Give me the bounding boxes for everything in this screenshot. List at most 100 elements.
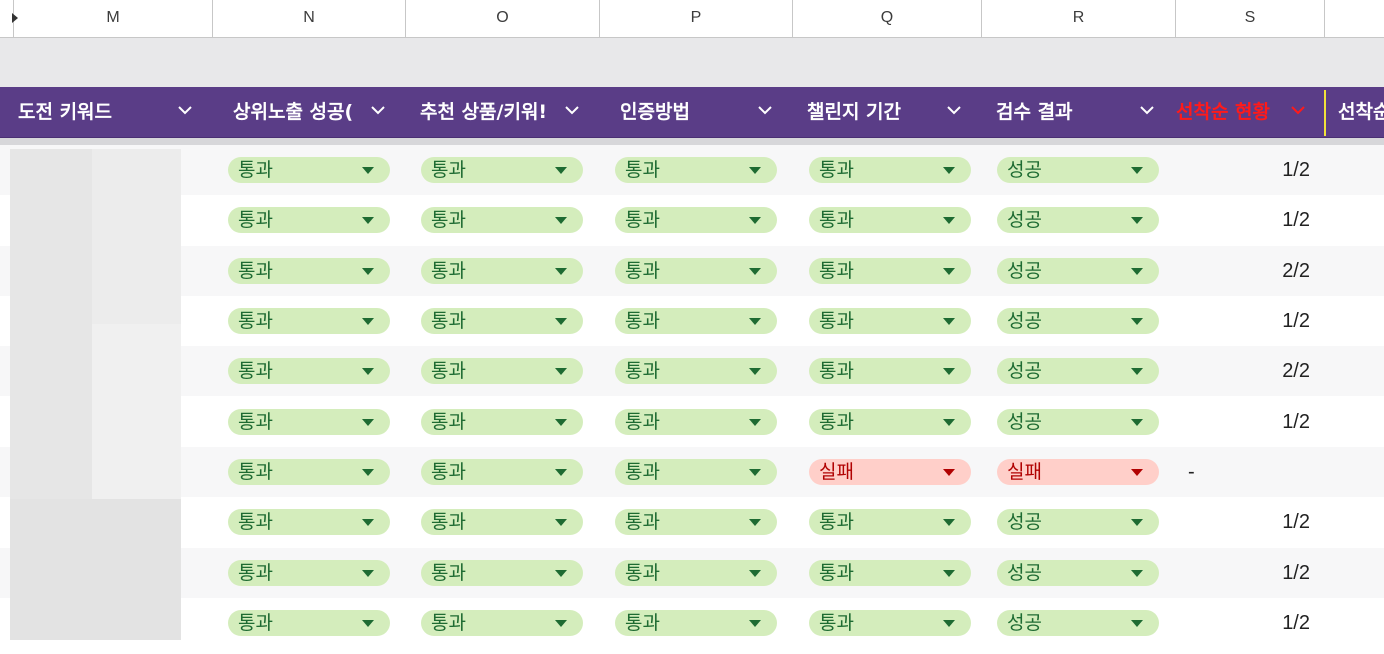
column-letter-s[interactable]: S <box>1176 0 1325 37</box>
status-dropdown-chip[interactable]: 성공 <box>997 258 1159 284</box>
column-letter-r[interactable]: R <box>982 0 1176 37</box>
chevron-down-icon[interactable] <box>1140 104 1154 116</box>
chip-label: 통과 <box>431 461 466 483</box>
status-dropdown-chip[interactable]: 통과 <box>615 358 777 384</box>
status-dropdown-chip[interactable]: 통과 <box>809 207 971 233</box>
first-come-count: 1/2 <box>1282 411 1310 433</box>
status-dropdown-chip[interactable]: 성공 <box>997 358 1159 384</box>
status-dropdown-chip[interactable]: 통과 <box>809 157 971 183</box>
status-dropdown-chip[interactable]: 성공 <box>997 409 1159 435</box>
status-dropdown-chip[interactable]: 통과 <box>228 358 390 384</box>
status-dropdown-chip[interactable]: 통과 <box>615 610 777 636</box>
table-row: 통과 통과 통과 실패 실패 - <box>0 447 1384 497</box>
status-dropdown-chip[interactable]: 성공 <box>997 207 1159 233</box>
status-dropdown-chip[interactable]: 통과 <box>809 258 971 284</box>
status-dropdown-chip[interactable]: 실패 <box>997 459 1159 485</box>
status-dropdown-chip[interactable]: 통과 <box>421 610 583 636</box>
chevron-down-icon[interactable] <box>565 104 579 116</box>
chip-label: 통과 <box>238 360 273 382</box>
column-letter-n[interactable]: N <box>213 0 406 37</box>
status-dropdown-chip[interactable]: 통과 <box>809 610 971 636</box>
chip-label: 통과 <box>819 260 854 282</box>
dropdown-arrow-icon <box>749 519 761 526</box>
chip-label: 통과 <box>431 511 466 533</box>
first-come-count: 2/2 <box>1282 260 1310 282</box>
status-dropdown-chip[interactable]: 통과 <box>228 560 390 586</box>
status-dropdown-chip[interactable]: 통과 <box>421 358 583 384</box>
status-dropdown-chip[interactable]: 통과 <box>421 207 583 233</box>
dropdown-arrow-icon <box>362 469 374 476</box>
status-dropdown-chip[interactable]: 통과 <box>228 157 390 183</box>
dropdown-arrow-icon <box>749 620 761 627</box>
status-dropdown-chip[interactable]: 통과 <box>421 157 583 183</box>
status-dropdown-chip[interactable]: 성공 <box>997 610 1159 636</box>
dropdown-arrow-icon <box>555 167 567 174</box>
chevron-down-icon[interactable] <box>178 104 192 116</box>
status-dropdown-chip[interactable]: 성공 <box>997 308 1159 334</box>
status-dropdown-chip[interactable]: 통과 <box>228 509 390 535</box>
chip-label: 통과 <box>819 562 854 584</box>
table-row: 통과 통과 통과 통과 성공 1/2 <box>0 195 1384 245</box>
status-dropdown-chip[interactable]: 통과 <box>421 258 583 284</box>
status-dropdown-chip[interactable]: 성공 <box>997 560 1159 586</box>
chip-label: 통과 <box>431 562 466 584</box>
status-dropdown-chip[interactable]: 통과 <box>421 560 583 586</box>
status-dropdown-chip[interactable]: 통과 <box>809 308 971 334</box>
dropdown-arrow-icon <box>1131 469 1143 476</box>
status-dropdown-chip[interactable]: 성공 <box>997 509 1159 535</box>
status-dropdown-chip[interactable]: 실패 <box>809 459 971 485</box>
status-dropdown-chip[interactable]: 통과 <box>615 459 777 485</box>
table-row: 통과 통과 통과 통과 성공 1/2 <box>0 598 1384 648</box>
dropdown-arrow-icon <box>943 469 955 476</box>
table-row: 통과 통과 통과 통과 성공 1/2 <box>0 548 1384 598</box>
status-dropdown-chip[interactable]: 통과 <box>228 610 390 636</box>
table-row: 통과 통과 통과 통과 성공 1/2 <box>0 397 1384 447</box>
column-letter-p[interactable]: P <box>600 0 793 37</box>
dropdown-arrow-icon <box>362 368 374 375</box>
status-dropdown-chip[interactable]: 통과 <box>809 358 971 384</box>
frozen-column-divider <box>1324 90 1326 136</box>
chevron-down-icon[interactable] <box>1291 104 1305 116</box>
dropdown-arrow-icon <box>362 419 374 426</box>
status-dropdown-chip[interactable]: 통과 <box>615 207 777 233</box>
status-dropdown-chip[interactable]: 통과 <box>421 509 583 535</box>
status-dropdown-chip[interactable]: 통과 <box>809 409 971 435</box>
column-letter-m[interactable]: M <box>14 0 213 37</box>
status-dropdown-chip[interactable]: 통과 <box>228 409 390 435</box>
column-letter-o[interactable]: O <box>406 0 600 37</box>
chevron-down-icon[interactable] <box>947 104 961 116</box>
status-dropdown-chip[interactable]: 통과 <box>228 207 390 233</box>
chip-label: 통과 <box>819 360 854 382</box>
status-dropdown-chip[interactable]: 통과 <box>615 509 777 535</box>
status-dropdown-chip[interactable]: 통과 <box>615 409 777 435</box>
status-dropdown-chip[interactable]: 통과 <box>615 258 777 284</box>
status-dropdown-chip[interactable]: 통과 <box>421 459 583 485</box>
chevron-down-icon[interactable] <box>758 104 772 116</box>
chip-label: 통과 <box>819 209 854 231</box>
table-row: 통과 통과 통과 통과 성공 1/2 <box>0 145 1384 195</box>
table-row: 통과 통과 통과 통과 성공 2/2 <box>0 246 1384 296</box>
chip-label: 성공 <box>1007 411 1042 433</box>
status-dropdown-chip[interactable]: 통과 <box>421 409 583 435</box>
status-dropdown-chip[interactable]: 통과 <box>615 560 777 586</box>
chevron-down-icon[interactable] <box>371 104 385 116</box>
expand-columns-button[interactable] <box>0 0 18 37</box>
chip-label: 성공 <box>1007 260 1042 282</box>
chip-label: 통과 <box>625 612 660 634</box>
status-dropdown-chip[interactable]: 통과 <box>421 308 583 334</box>
status-dropdown-chip[interactable]: 통과 <box>228 308 390 334</box>
dropdown-arrow-icon <box>555 519 567 526</box>
status-dropdown-chip[interactable]: 통과 <box>809 560 971 586</box>
status-dropdown-chip[interactable]: 통과 <box>615 157 777 183</box>
dropdown-arrow-icon <box>362 217 374 224</box>
header-first-status: 선착순 현황 <box>1176 101 1271 123</box>
status-dropdown-chip[interactable]: 통과 <box>809 509 971 535</box>
chip-label: 통과 <box>431 310 466 332</box>
status-dropdown-chip[interactable]: 통과 <box>228 459 390 485</box>
status-dropdown-chip[interactable]: 통과 <box>615 308 777 334</box>
column-letter-q[interactable]: Q <box>793 0 982 37</box>
status-dropdown-chip[interactable]: 성공 <box>997 157 1159 183</box>
status-dropdown-chip[interactable]: 통과 <box>228 258 390 284</box>
dropdown-arrow-icon <box>749 469 761 476</box>
chip-label: 통과 <box>238 562 273 584</box>
